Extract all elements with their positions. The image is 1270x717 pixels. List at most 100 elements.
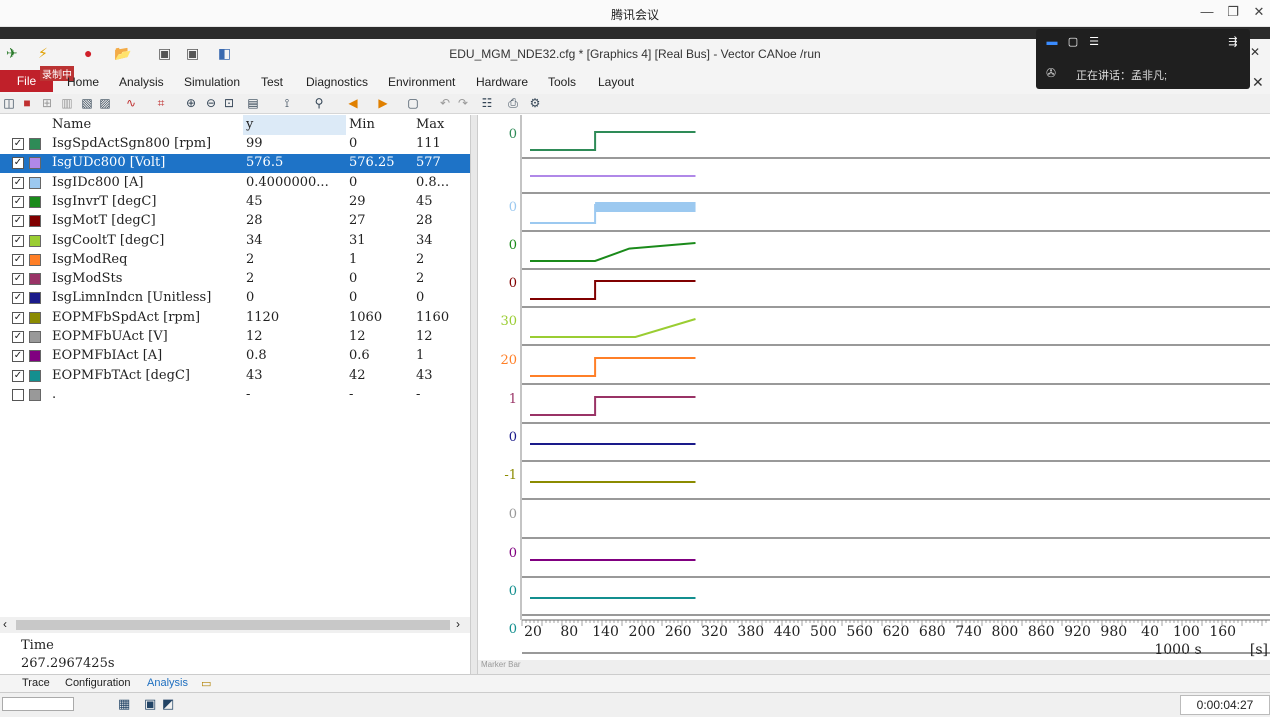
window-panel-icon[interactable]: ▢: [1066, 36, 1080, 48]
bus-icon[interactable]: ▣: [144, 696, 156, 712]
color-swatch[interactable]: [29, 331, 41, 343]
menu-layout[interactable]: Layout: [598, 75, 634, 89]
settings-icon[interactable]: ☷: [480, 96, 494, 110]
fit-icon[interactable]: ▧: [80, 96, 94, 110]
window-icon[interactable]: ▢: [406, 96, 420, 110]
tab-analysis[interactable]: Analysis: [147, 677, 188, 689]
layout-icon[interactable]: ◫: [2, 96, 16, 110]
tab-configuration[interactable]: Configuration: [65, 677, 130, 689]
menu-tools[interactable]: Tools: [548, 75, 576, 89]
capl-icon[interactable]: ▦: [118, 696, 130, 712]
column-header-min[interactable]: Min: [346, 115, 413, 135]
color-swatch[interactable]: [29, 350, 41, 363]
table-row[interactable]: ✓ IsgCooltT [degC] 34 31 34: [0, 232, 470, 251]
menu-environment[interactable]: Environment: [388, 75, 455, 89]
next-icon[interactable]: ▶: [376, 96, 390, 110]
color-swatch[interactable]: [29, 234, 41, 247]
table-row[interactable]: ✓ IsgUDc800 [Volt] 576.5 576.25 577: [0, 154, 470, 174]
row-checkbox[interactable]: ✓: [12, 215, 24, 228]
menu-test[interactable]: Test: [261, 75, 283, 89]
table-row[interactable]: ✓ IsgMotT [degC] 28 27 28: [0, 212, 470, 231]
color-swatch[interactable]: [29, 253, 41, 266]
color-swatch[interactable]: [29, 195, 41, 208]
row-checkbox[interactable]: ✓: [12, 292, 24, 305]
table-row[interactable]: ✓ EOPMFbIAct [A] 0.8 0.6 1: [0, 347, 470, 366]
menu-diagnostics[interactable]: Diagnostics: [306, 75, 368, 89]
monitor-icon[interactable]: ◩: [162, 696, 174, 712]
table-row[interactable]: ✓ EOPMFbUAct [V] 12 12 12: [0, 328, 470, 347]
print-icon[interactable]: ⎙: [506, 96, 520, 110]
row-checkbox[interactable]: ✓: [12, 369, 24, 382]
table-row[interactable]: . - - -: [0, 386, 470, 405]
table-row[interactable]: ✓ IsgInvrT [degC] 45 29 45: [0, 193, 470, 212]
row-checkbox[interactable]: ✓: [12, 350, 24, 363]
export-icon[interactable]: ▤: [246, 96, 260, 110]
row-checkbox[interactable]: ✓: [12, 253, 24, 266]
menu-simulation[interactable]: Simulation: [184, 75, 240, 89]
column-header-name[interactable]: Name: [0, 115, 243, 135]
menu-panel-icon[interactable]: ☰: [1087, 36, 1101, 48]
minimize-panel-icon[interactable]: ▬: [1045, 36, 1059, 48]
prev-icon[interactable]: ◀: [346, 96, 360, 110]
scroll-left-icon[interactable]: ‹: [3, 617, 7, 631]
color-swatch[interactable]: [29, 273, 41, 286]
undo-icon[interactable]: ↶: [438, 96, 452, 110]
zoom-out-icon[interactable]: ⊖: [204, 96, 218, 110]
table-row[interactable]: ✓ IsgSpdActSgn800 [rpm] 99 0 111: [0, 135, 470, 154]
marker-icon[interactable]: ⌗: [154, 96, 168, 110]
row-checkbox[interactable]: ✓: [12, 331, 24, 343]
tab-trace[interactable]: Trace: [22, 677, 50, 689]
table-row[interactable]: ✓ EOPMFbSpdAct [rpm] 1120 1060 1160: [0, 309, 470, 328]
menu-hardware[interactable]: Hardware: [476, 75, 528, 89]
row-checkbox[interactable]: ✓: [12, 234, 24, 247]
expand-panel-icon[interactable]: ⇶: [1226, 36, 1240, 48]
close-overlay-icon[interactable]: ✕: [1252, 74, 1264, 91]
restore-icon[interactable]: ❐: [1222, 4, 1244, 20]
zoom-in-icon[interactable]: ⊕: [184, 96, 198, 110]
scale-icon[interactable]: ▨: [98, 96, 112, 110]
minimize-icon[interactable]: —: [1196, 4, 1218, 19]
pause-icon[interactable]: ■: [20, 96, 34, 110]
table-row[interactable]: ✓ IsgModSts 2 0 2: [0, 270, 470, 289]
row-checkbox[interactable]: [12, 388, 24, 401]
close-panel-icon[interactable]: ✕: [1250, 45, 1260, 59]
column-header-y[interactable]: y: [243, 115, 346, 135]
color-swatch[interactable]: [29, 292, 41, 305]
close-icon[interactable]: ✕: [1248, 4, 1270, 20]
graphics-window[interactable]: 0 0 0 0 30 20 1 0 -1 0 0 0 0 20 80 140 200 260 320 380 440 50…: [478, 115, 1270, 660]
color-swatch[interactable]: [29, 388, 41, 401]
color-swatch[interactable]: [29, 311, 41, 324]
row-checkbox[interactable]: ✓: [12, 176, 24, 189]
signal-plot[interactable]: 0000302010-10000 20 80 140 200 260 320 380 440 50…: [478, 115, 1270, 660]
color-swatch[interactable]: [29, 369, 41, 382]
pane-splitter[interactable]: [470, 115, 478, 675]
color-swatch[interactable]: [29, 176, 41, 189]
options-icon[interactable]: ⚙: [528, 96, 542, 110]
table-row[interactable]: ✓ EOPMFbTAct [degC] 43 42 43: [0, 367, 470, 386]
row-checkbox[interactable]: ✓: [12, 273, 24, 286]
table-row[interactable]: ✓ IsgIDc800 [A] 0.4000000... 0 0.8...: [0, 174, 470, 193]
scrollbar-thumb[interactable]: [16, 620, 450, 630]
color-swatch[interactable]: [29, 157, 41, 170]
table-row[interactable]: ✓ IsgModReq 2 1 2: [0, 251, 470, 270]
elapsed-time[interactable]: 0:00:04:27: [1180, 695, 1270, 715]
cursor-icon[interactable]: ⊞: [40, 96, 54, 110]
row-checkbox[interactable]: ✓: [12, 138, 24, 150]
measure-icon[interactable]: ⟟: [280, 96, 294, 110]
table-row[interactable]: ✓ IsgLimnIndcn [Unitless] 0 0 0: [0, 289, 470, 308]
color-swatch[interactable]: [29, 138, 41, 150]
trigger-icon[interactable]: ⚲: [312, 96, 326, 110]
new-tab-icon[interactable]: ▭: [201, 677, 211, 690]
row-checkbox[interactable]: ✓: [12, 311, 24, 324]
row-checkbox[interactable]: ✓: [12, 195, 24, 208]
column-header-max[interactable]: Max: [413, 115, 470, 135]
color-swatch[interactable]: [29, 215, 41, 228]
menu-analysis[interactable]: Analysis: [119, 75, 164, 89]
scroll-right-icon[interactable]: ›: [456, 617, 460, 631]
redo-icon[interactable]: ↷: [456, 96, 470, 110]
signal-icon[interactable]: ∿: [124, 96, 138, 110]
row-checkbox[interactable]: ✓: [12, 157, 24, 170]
horizontal-scrollbar[interactable]: ‹ ›: [0, 617, 470, 633]
menu-home[interactable]: Home: [67, 75, 99, 89]
zoom-fit-icon[interactable]: ⊡: [222, 96, 236, 110]
